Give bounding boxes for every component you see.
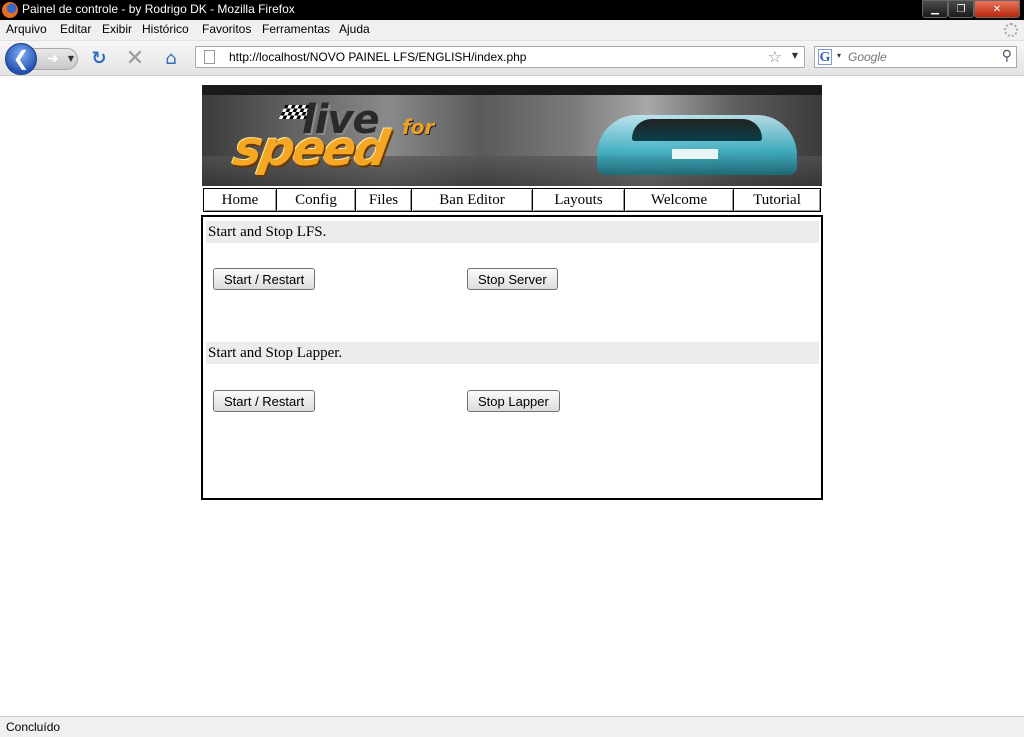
back-button[interactable]: ❮ <box>5 43 37 75</box>
banner-stripe <box>202 85 822 95</box>
live-for-speed-banner: live for speed <box>202 85 822 186</box>
nav-welcome[interactable]: Welcome <box>625 189 734 211</box>
section-heading-lfs: Start and Stop LFS. <box>206 221 819 243</box>
nav-config[interactable]: Config <box>277 189 356 211</box>
menu-bar: Arquivo Editar Exibir Histórico Favorito… <box>0 20 1024 41</box>
google-engine-icon[interactable]: G <box>818 49 832 65</box>
menu-historico[interactable]: Histórico <box>142 22 189 36</box>
nav-files[interactable]: Files <box>356 189 412 211</box>
stop-server-button[interactable]: Stop Server <box>467 268 558 290</box>
reload-icon[interactable]: ↻ <box>89 49 109 69</box>
firefox-logo-icon <box>2 2 18 18</box>
search-icon[interactable]: ⚲ <box>1002 48 1012 64</box>
menu-exibir[interactable]: Exibir <box>102 22 132 36</box>
nav-ban-editor[interactable]: Ban Editor <box>412 189 533 211</box>
url-dropdown-icon[interactable]: ▼ <box>792 51 798 60</box>
forward-button[interactable]: ➜ ▼ <box>32 48 78 70</box>
close-button[interactable]: ✕ <box>974 0 1020 18</box>
window-title: Painel de controle - by Rodrigo DK - Moz… <box>22 2 295 16</box>
menu-favoritos[interactable]: Favoritos <box>202 22 251 36</box>
menu-ajuda[interactable]: Ajuda <box>339 22 370 36</box>
url-text[interactable]: http://localhost/NOVO PAINEL LFS/ENGLISH… <box>229 50 526 64</box>
home-icon[interactable]: ⌂ <box>161 49 181 69</box>
start-restart-lfs-button[interactable]: Start / Restart <box>213 268 316 290</box>
nav-layouts[interactable]: Layouts <box>533 189 625 211</box>
stop-icon[interactable]: ✕ <box>125 48 145 70</box>
minimize-button[interactable]: ▁ <box>922 0 948 18</box>
menu-ferramentas[interactable]: Ferramentas <box>262 22 330 36</box>
nav-tutorial[interactable]: Tutorial <box>734 189 820 211</box>
status-bar: Concluído <box>0 716 1024 737</box>
window-controls: ▁ ❐ ✕ <box>922 0 1020 18</box>
engine-dropdown-icon[interactable]: ▾ <box>837 51 841 60</box>
logo-speed-text: speed <box>229 121 392 177</box>
car-plate <box>672 149 718 159</box>
search-bar: G ▾ ⚲ <box>814 46 1017 68</box>
search-input[interactable] <box>848 48 998 66</box>
throbber-icon <box>1004 23 1018 37</box>
history-dropdown-icon[interactable]: ▼ <box>68 49 74 69</box>
menu-editar[interactable]: Editar <box>60 22 91 36</box>
logo-for-text: for <box>402 115 435 139</box>
title-bar: Painel de controle - by Rodrigo DK - Moz… <box>0 0 1024 20</box>
site-nav: Home Config Files Ban Editor Layouts Wel… <box>203 188 821 212</box>
status-text: Concluído <box>6 720 61 734</box>
maximize-button[interactable]: ❐ <box>948 0 974 18</box>
car-windshield <box>632 119 762 141</box>
url-bar[interactable]: http://localhost/NOVO PAINEL LFS/ENGLISH… <box>195 46 805 68</box>
start-restart-lapper-button[interactable]: Start / Restart <box>213 390 316 412</box>
page-icon <box>204 50 215 64</box>
nav-home[interactable]: Home <box>204 189 277 211</box>
control-panel: Start and Stop LFS. Start / Restart Stop… <box>201 215 823 500</box>
section-heading-lapper: Start and Stop Lapper. <box>206 342 819 364</box>
stop-lapper-button[interactable]: Stop Lapper <box>467 390 560 412</box>
bookmark-star-icon[interactable]: ☆ <box>768 47 782 66</box>
menu-arquivo[interactable]: Arquivo <box>6 22 47 36</box>
